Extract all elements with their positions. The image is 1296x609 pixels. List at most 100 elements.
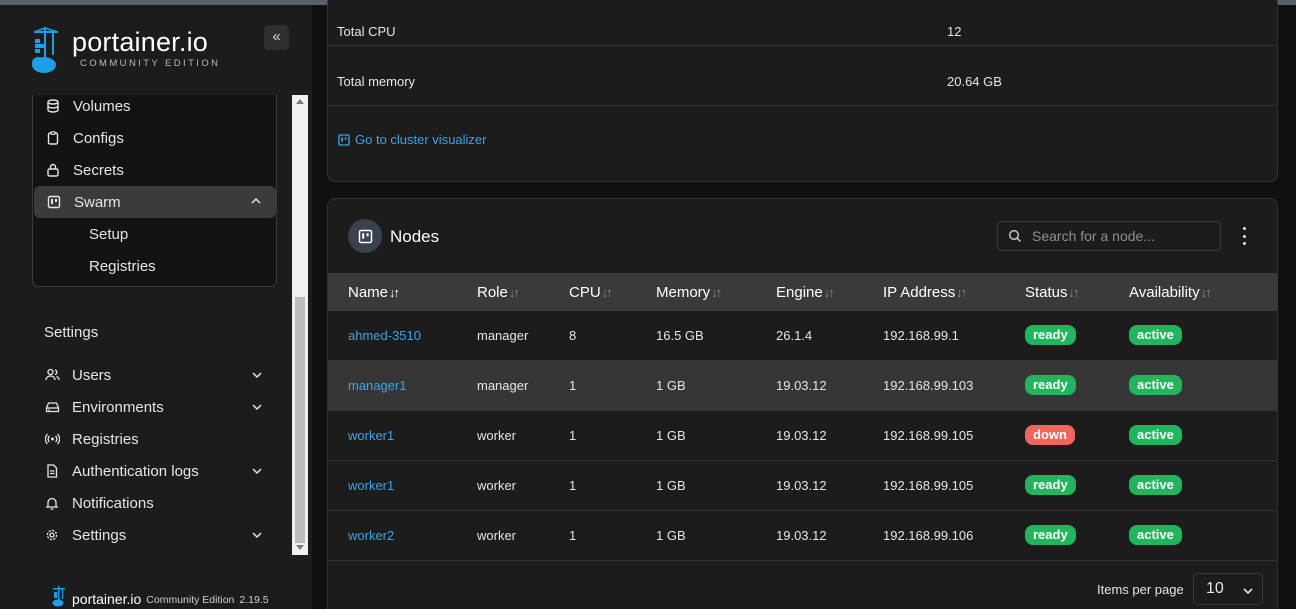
column-label: CPU [569, 284, 601, 301]
node-name-link[interactable]: worker1 [348, 478, 394, 493]
node-cpu: 1 [569, 378, 577, 393]
column-label: Engine [776, 284, 823, 301]
scroll-up-arrow-icon[interactable] [296, 99, 304, 104]
chevron-down-icon [251, 400, 263, 417]
node-engine: 26.1.4 [776, 328, 813, 343]
availability-badge: active [1129, 325, 1182, 345]
bell-icon [32, 496, 72, 510]
footer-edition: Community Edition [146, 594, 235, 606]
more-options-icon[interactable] [1240, 227, 1248, 245]
cluster-info-row: Total memory 20.64 GB [328, 56, 1277, 106]
sidebar-item-settings[interactable]: Settings [32, 520, 277, 550]
node-memory: 1 GB [656, 528, 686, 543]
main-content: Total CPU 12 Total memory 20.64 GB Go to… [312, 0, 1296, 609]
sort-icon: ↓↑ [1068, 285, 1080, 300]
brand-name: portainer.io [72, 27, 208, 57]
footer-brand-name: portainer.io [72, 591, 142, 607]
sidebar-item-configs[interactable]: Configs [33, 122, 278, 154]
node-name-link[interactable]: worker2 [348, 528, 394, 543]
portainer-logo[interactable]: portainer.io COMMUNITY EDITION [30, 25, 230, 79]
collapse-sidebar-button[interactable]: « [264, 25, 289, 50]
portainer-crane-icon [52, 586, 65, 607]
node-memory: 1 GB [656, 428, 686, 443]
node-cpu: 1 [569, 478, 577, 493]
sidebar-subitem-registries[interactable]: Registries [89, 258, 156, 275]
sidebar-item-notifications[interactable]: Notifications [32, 488, 277, 518]
node-memory: 16.5 GB [656, 328, 704, 343]
column-header-name[interactable]: Name ↓↑ [348, 284, 400, 301]
search-input[interactable] [1032, 228, 1212, 244]
node-name-link[interactable]: ahmed-3510 [348, 328, 421, 343]
cluster-visualizer-link[interactable]: Go to cluster visualizer [338, 132, 487, 147]
node-role: worker [477, 478, 517, 493]
items-per-page-select[interactable]: 10 [1193, 573, 1263, 605]
sidebar-item-label: Volumes [73, 97, 131, 115]
sidebar-item-authentication-logs[interactable]: Authentication logs [32, 456, 277, 486]
node-ip: 192.168.99.105 [883, 428, 974, 443]
column-label: IP Address [883, 284, 956, 301]
column-label: Role [477, 284, 508, 301]
node-search[interactable] [997, 221, 1221, 251]
sidebar-item-secrets[interactable]: Secrets [33, 154, 278, 186]
column-header-role[interactable]: Role ↓↑ [477, 284, 520, 301]
sidebar-item-environments[interactable]: Environments [32, 392, 277, 422]
database-icon [33, 99, 73, 113]
gear-icon [32, 528, 72, 542]
status-badge: ready [1025, 475, 1076, 495]
column-header-cpu[interactable]: CPU ↓↑ [569, 284, 613, 301]
column-header-status[interactable]: Status ↓↑ [1025, 284, 1080, 301]
column-header-ip-address[interactable]: IP Address ↓↑ [883, 284, 967, 301]
sort-icon: ↓↑ [711, 285, 722, 300]
status-badge: ready [1025, 325, 1076, 345]
sidebar-item-label: Swarm [74, 193, 121, 211]
status-badge: ready [1025, 375, 1076, 395]
sort-icon: ↓↑ [601, 285, 613, 300]
sidebar-item-swarm[interactable]: Swarm [34, 186, 276, 218]
sort-icon: ↓↑ [508, 285, 520, 300]
column-label: Availability [1129, 284, 1200, 301]
chevron-down-icon [1242, 584, 1254, 602]
lock-icon [33, 163, 73, 177]
sidebar-item-registries[interactable]: Registries [32, 424, 277, 454]
hard-drive-icon [32, 400, 72, 414]
column-label: Memory [656, 284, 711, 301]
node-ip: 192.168.99.106 [883, 528, 974, 543]
column-label: Name [348, 284, 389, 301]
node-engine: 19.03.12 [776, 428, 827, 443]
settings-section-heading: Settings [44, 324, 99, 341]
cluster-info-card: Total CPU 12 Total memory 20.64 GB Go to… [327, 0, 1278, 182]
node-cpu: 1 [569, 428, 577, 443]
sidebar-subitem-setup[interactable]: Setup [89, 226, 128, 243]
column-header-memory[interactable]: Memory ↓↑ [656, 284, 722, 301]
nodes-table-header: Name ↓↑ Role ↓↑ CPU ↓↑ Memory ↓↑ Engine ↓↑ IP… [328, 273, 1277, 311]
sidebar-item-label: Authentication logs [72, 462, 199, 480]
sidebar-item-label: Notifications [72, 494, 154, 512]
node-name-link[interactable]: worker1 [348, 428, 394, 443]
sidebar-scrollbar-thumb[interactable] [295, 297, 305, 543]
footer-version: 2.19.5 [239, 594, 269, 606]
node-name-link[interactable]: manager1 [348, 378, 407, 393]
node-role: manager [477, 378, 529, 393]
table-row: ahmed-3510 manager 8 16.5 GB 26.1.4 192.… [328, 311, 1277, 361]
clipboard-icon [33, 131, 73, 145]
sidebar-item-volumes[interactable]: Volumes [33, 90, 278, 122]
info-key: Total CPU [337, 24, 396, 39]
node-role: worker [477, 528, 517, 543]
column-header-availability[interactable]: Availability ↓↑ [1129, 284, 1212, 301]
sidebar-item-users[interactable]: Users [32, 360, 277, 390]
table-row: manager1 manager 1 1 GB 19.03.12 192.168… [328, 361, 1277, 411]
file-text-icon [32, 464, 72, 478]
chevron-down-icon [251, 368, 263, 385]
search-icon [998, 229, 1032, 243]
sort-icon: ↓↑ [956, 285, 967, 300]
scroll-down-arrow-icon[interactable] [296, 545, 304, 550]
sort-icon: ↓↑ [1200, 285, 1212, 300]
node-ip: 192.168.99.1 [883, 328, 959, 343]
availability-badge: active [1129, 475, 1182, 495]
status-badge: ready [1025, 525, 1076, 545]
sidebar-item-label: Registries [72, 430, 139, 448]
availability-badge: active [1129, 425, 1182, 445]
chevron-down-icon [251, 528, 263, 545]
column-header-engine[interactable]: Engine ↓↑ [776, 284, 835, 301]
items-per-page-value: 10 [1206, 580, 1224, 597]
